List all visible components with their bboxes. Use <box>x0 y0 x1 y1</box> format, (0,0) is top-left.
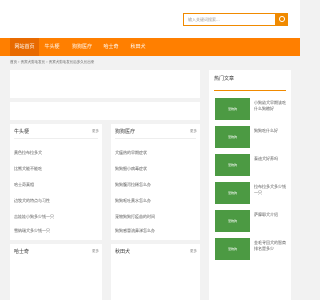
column-box: 哈士奇 更多 <box>10 244 102 300</box>
more-link[interactable]: 更多 <box>190 249 197 254</box>
divider <box>14 138 98 139</box>
hot-article-title[interactable]: 泰迪犬好养吗 <box>254 156 288 162</box>
nav-item-dog-medical[interactable]: 狗狗医疗 <box>68 38 96 56</box>
column-box: 秋田犬 更多 <box>111 244 200 300</box>
list-item[interactable]: 狗狗呕吐黄水怎么办 <box>115 198 151 204</box>
more-link[interactable]: 更多 <box>92 129 99 134</box>
article-thumbnail[interactable]: 宠物狗 <box>215 126 250 148</box>
hot-article-title[interactable]: 萨摩耶犬介绍 <box>254 212 288 218</box>
nav-item-akita[interactable]: 秋田犬 <box>126 38 150 56</box>
column-title: 狗狗医疗 <box>115 129 136 135</box>
nav-item-bull-terrier[interactable]: 牛头梗 <box>39 38 65 56</box>
list-item[interactable]: 比熊犬能不能吃 <box>14 166 42 172</box>
hot-article-title[interactable]: 狗狗吃什么好 <box>254 128 288 134</box>
breadcrumb: 首页 › 贵宾犬剪毛发长 › 贵宾犬剪毛发长后多久长出来 <box>10 60 95 64</box>
more-link[interactable]: 更多 <box>190 129 197 134</box>
article-thumbnail[interactable]: 宠物狗 <box>215 98 250 120</box>
column-box: 牛头梗 更多 黄色拉布拉多犬 比熊犬能不能吃 哈士奇真相 边牧犬的特点与习性 吉… <box>10 124 102 240</box>
list-item[interactable]: 哈士奇真相 <box>14 182 34 188</box>
column-box: 狗狗医疗 更多 犬瘟热的早期症状 狗狗细小病毒症状 狗狗腹泻拉稀怎么办 狗狗呕吐… <box>111 124 200 240</box>
page: 输入关键词搜索... 网站首页 牛头梗 狗狗医疗 哈士奇 秋田犬 首页 › 贵宾… <box>0 0 300 300</box>
article-thumbnail[interactable]: 宠物狗 <box>215 182 250 204</box>
thumbnail-label: 宠物狗 <box>227 191 237 195</box>
thumbnail-label: 宠物狗 <box>227 163 237 167</box>
hot-article-title[interactable]: 小狗幼犬早期该吃什么狗粮好 <box>254 100 288 112</box>
list-item[interactable]: 边牧犬的特点与习性 <box>14 198 50 204</box>
column-title: 秋田犬 <box>115 249 131 255</box>
nav-item-home[interactable]: 网站首页 <box>10 38 39 56</box>
sidebar: 热门文章 宠物狗 小狗幼犬早期该吃什么狗粮好 宠物狗 狗狗吃什么好 宠物狗 泰迪… <box>209 70 291 300</box>
column-title: 哈士奇 <box>14 249 30 255</box>
main-nav: 网站首页 牛头梗 狗狗医疗 哈士奇 秋田犬 <box>0 38 300 56</box>
banner-box <box>10 70 200 98</box>
thumbnail-label: 宠物狗 <box>227 247 237 251</box>
search-input[interactable]: 输入关键词搜索... <box>183 13 276 26</box>
thumbnail-label: 宠物狗 <box>227 135 237 139</box>
thumbnail-label: 宠物狗 <box>227 107 237 111</box>
list-item[interactable]: 狗狗感冒流鼻涕怎么办 <box>115 228 155 234</box>
notice-box <box>10 102 200 120</box>
list-item[interactable]: 狗狗细小病毒症状 <box>115 166 147 172</box>
article-thumbnail[interactable]: 宠物狗 <box>215 238 250 260</box>
list-item[interactable]: 黄色拉布拉多犬 <box>14 150 42 156</box>
article-thumbnail[interactable]: 宠物狗 <box>215 154 250 176</box>
hot-article-title[interactable]: 拉布拉多犬多少钱一只 <box>254 184 288 196</box>
divider <box>115 138 196 139</box>
hot-article-title[interactable]: 金毛寻回犬的智商排名是多少 <box>254 240 288 252</box>
thumbnail-label: 宠物狗 <box>227 219 237 223</box>
divider <box>214 90 286 91</box>
list-item[interactable]: 雪纳瑞犬多少钱一只 <box>14 228 50 234</box>
list-item[interactable]: 狗狗腹泻拉稀怎么办 <box>115 182 151 188</box>
column-title: 牛头梗 <box>14 129 30 135</box>
header: 输入关键词搜索... <box>0 0 300 38</box>
list-item[interactable]: 犬瘟热的早期症状 <box>115 150 147 156</box>
list-item[interactable]: 宠物狗狗打疫苗的时间 <box>115 214 155 220</box>
nav-item-husky[interactable]: 哈士奇 <box>99 38 123 56</box>
search-button[interactable] <box>276 13 288 26</box>
article-thumbnail[interactable]: 宠物狗 <box>215 210 250 232</box>
list-item[interactable]: 吉娃娃小狗多少钱一只 <box>14 214 54 220</box>
sidebar-title: 热门文章 <box>214 76 235 82</box>
more-link[interactable]: 更多 <box>92 249 99 254</box>
